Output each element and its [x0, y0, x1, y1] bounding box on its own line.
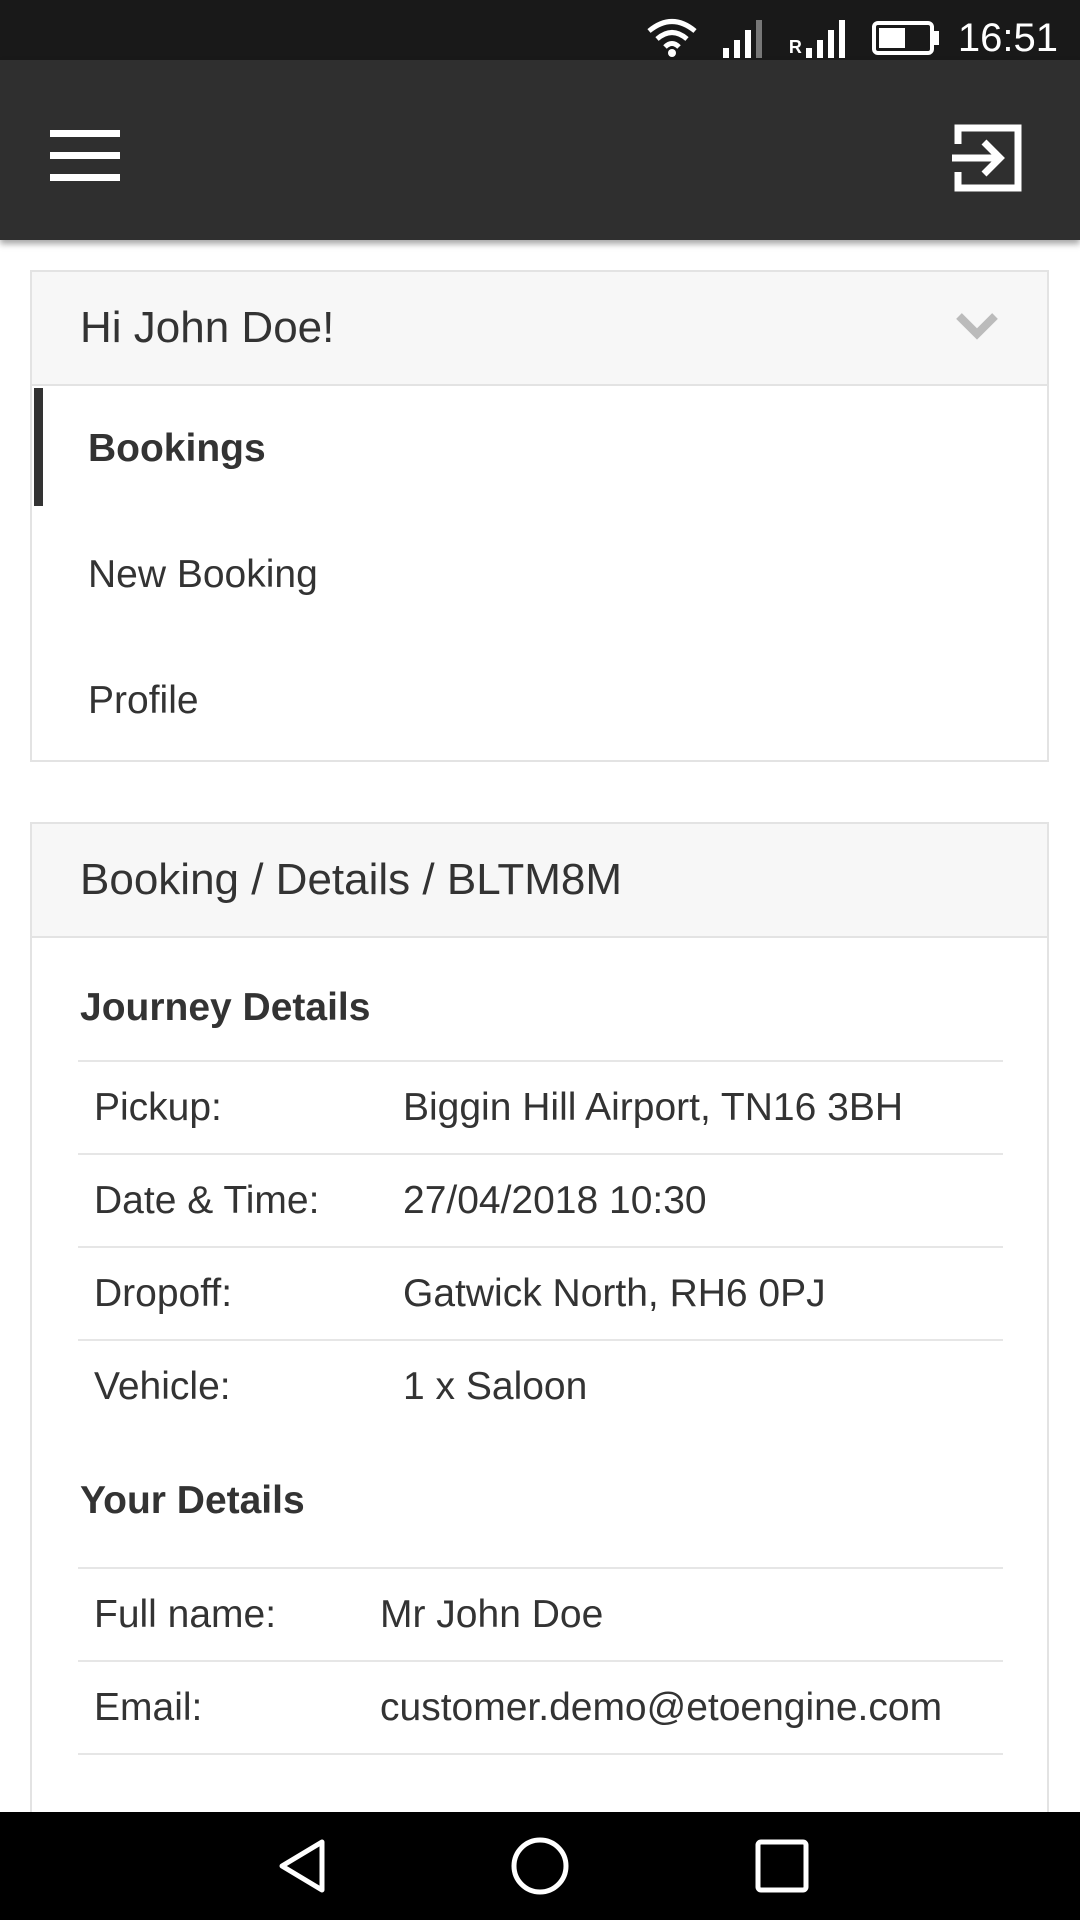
home-icon[interactable]	[508, 1834, 572, 1898]
table-row: Full name: Mr John Doe	[78, 1568, 1003, 1661]
row-value: 27/04/2018 10:30	[403, 1178, 707, 1222]
table-row: Date & Time: 27/04/2018 10:30	[78, 1154, 1003, 1247]
nav-item-profile[interactable]: Profile	[32, 638, 1047, 764]
chevron-down-icon[interactable]	[955, 310, 999, 340]
row-label: Pickup:	[94, 1085, 222, 1129]
system-navigation-bar	[0, 1812, 1080, 1920]
row-label: Email:	[94, 1685, 203, 1729]
recent-apps-icon[interactable]	[750, 1834, 814, 1898]
row-value: customer.demo@etoengine.com	[380, 1685, 943, 1729]
journey-details-heading: Journey Details	[80, 986, 371, 1029]
your-details-heading: Your Details	[80, 1479, 305, 1522]
row-value: Mr John Doe	[380, 1592, 604, 1636]
table-row: Pickup: Biggin Hill Airport, TN16 3BH	[78, 1061, 1003, 1154]
your-details-table: Full name: Mr John Doe Email: customer.d…	[78, 1567, 1003, 1847]
nav-item-label: New Booking	[88, 553, 318, 596]
booking-details-card: Booking / Details / BLTM8M Journey Detai…	[30, 822, 1049, 1842]
row-value: Biggin Hill Airport, TN16 3BH	[403, 1085, 903, 1129]
row-label: Dropoff:	[94, 1271, 233, 1315]
row-value: Gatwick North, RH6 0PJ	[403, 1271, 826, 1315]
row-label: Vehicle:	[94, 1365, 231, 1408]
table-row: Dropoff: Gatwick North, RH6 0PJ	[78, 1247, 1003, 1340]
row-label: Date & Time:	[94, 1178, 320, 1222]
nav-item-label: Profile	[88, 679, 199, 722]
status-time: 16:51	[957, 15, 1058, 60]
signal-roaming-icon: R	[789, 18, 850, 58]
account-menu-header[interactable]: Hi John Doe!	[32, 272, 1047, 386]
your-details-title: Your Details	[32, 1479, 1047, 1567]
row-value: 1 x Saloon	[403, 1365, 588, 1408]
back-icon[interactable]	[270, 1834, 334, 1898]
nav-item-new-booking[interactable]: New Booking	[32, 512, 1047, 638]
table-row: Email: customer.demo@etoengine.com	[78, 1661, 1003, 1754]
journey-details-title: Journey Details	[32, 986, 1047, 1060]
breadcrumb-text: Booking / Details / BLTM8M	[80, 855, 623, 904]
roaming-label: R	[788, 37, 802, 57]
journey-details-table: Pickup: Biggin Hill Airport, TN16 3BH Da…	[78, 1060, 1003, 1433]
table-row: Vehicle: 1 x Saloon	[78, 1340, 1003, 1433]
breadcrumb: Booking / Details / BLTM8M	[32, 824, 1047, 938]
signal-icon	[722, 20, 762, 58]
wifi-icon	[647, 19, 697, 57]
logout-icon[interactable]	[950, 120, 1030, 200]
app-bar	[0, 60, 1080, 240]
nav-item-label: Bookings	[88, 427, 266, 470]
row-label: Full name:	[94, 1592, 277, 1636]
battery-icon	[871, 21, 939, 55]
nav-item-bookings[interactable]: Bookings	[32, 386, 1047, 512]
greeting: Hi John Doe!	[80, 303, 335, 352]
account-menu-card: Hi John Doe! Bookings New Booking Profil…	[30, 270, 1049, 762]
hamburger-menu-icon[interactable]	[50, 130, 130, 190]
